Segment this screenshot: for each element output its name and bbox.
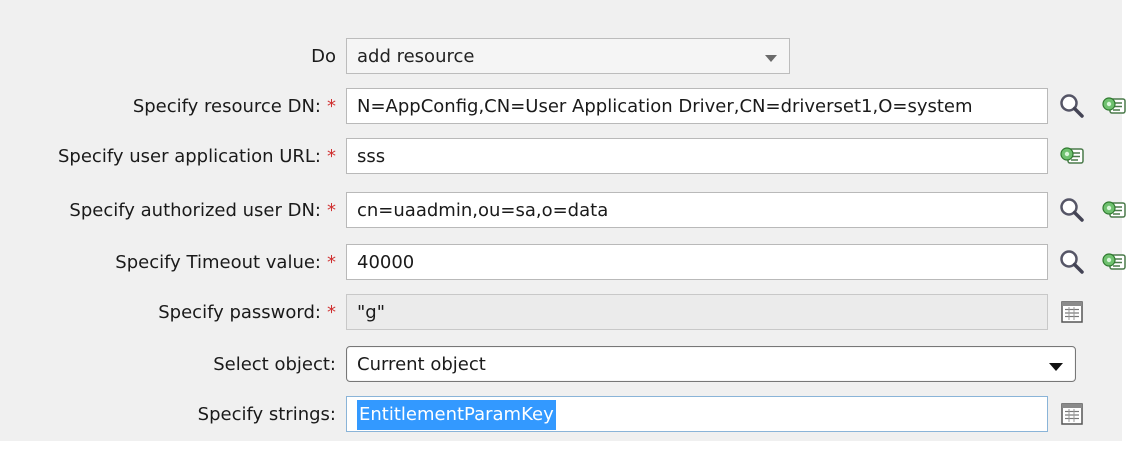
argument-builder-icon[interactable]	[1100, 92, 1128, 120]
select-object-value: Current object	[357, 354, 486, 375]
strings-value: EntitlementParamKey	[357, 400, 556, 430]
required-marker: *	[327, 146, 336, 167]
required-marker: *	[327, 302, 336, 323]
strings-row: Specify strings: EntitlementParamKey	[0, 396, 1136, 434]
search-icon[interactable]	[1058, 248, 1086, 276]
chevron-down-icon	[765, 39, 779, 73]
edit-list-icon[interactable]	[1058, 400, 1086, 428]
password-label: Specify password:	[158, 302, 321, 323]
timeout-input[interactable]: 40000	[346, 244, 1048, 280]
resource-dn-value: N=AppConfig,CN=User Application Driver,C…	[357, 96, 973, 117]
required-marker: *	[327, 252, 336, 273]
select-object-label: Select object:	[213, 354, 336, 375]
strings-input[interactable]: EntitlementParamKey	[346, 396, 1048, 432]
search-icon[interactable]	[1058, 92, 1086, 120]
search-icon[interactable]	[1058, 196, 1086, 224]
select-object-row: Select object: Current object	[0, 346, 1136, 384]
edit-list-icon[interactable]	[1058, 298, 1086, 326]
do-row: Do add resource	[0, 38, 1136, 76]
do-select[interactable]: add resource	[346, 38, 790, 74]
authorized-user-dn-value: cn=uaadmin,ou=sa,o=data	[357, 200, 609, 221]
password-input[interactable]: "g"	[346, 294, 1048, 330]
do-value: add resource	[357, 46, 475, 67]
argument-builder-icon[interactable]	[1100, 248, 1128, 276]
required-marker: *	[327, 200, 336, 221]
timeout-row: Specify Timeout value: * 40000	[0, 244, 1136, 282]
authorized-user-dn-label: Specify authorized user DN:	[69, 200, 321, 221]
authorized-user-dn-input[interactable]: cn=uaadmin,ou=sa,o=data	[346, 192, 1048, 228]
password-row: Specify password: * "g"	[0, 294, 1136, 332]
strings-label: Specify strings:	[197, 404, 336, 425]
password-value: "g"	[357, 302, 385, 323]
authorized-user-dn-row: Specify authorized user DN: * cn=uaadmin,…	[0, 192, 1136, 230]
do-label: Do	[311, 46, 336, 67]
chevron-down-icon	[1049, 347, 1063, 381]
user-app-url-row: Specify user application URL: * sss	[0, 138, 1136, 176]
resource-dn-input[interactable]: N=AppConfig,CN=User Application Driver,C…	[346, 88, 1048, 124]
rule-action-form: Do add resource Specify resource DN: * N=…	[0, 0, 1126, 441]
user-app-url-input[interactable]: sss	[346, 138, 1048, 174]
timeout-value: 40000	[357, 252, 415, 273]
timeout-label: Specify Timeout value:	[115, 252, 321, 273]
argument-builder-icon[interactable]	[1058, 142, 1086, 170]
resource-dn-label: Specify resource DN:	[132, 96, 321, 117]
select-object-dropdown[interactable]: Current object	[346, 346, 1076, 382]
required-marker: *	[327, 96, 336, 117]
user-app-url-label: Specify user application URL:	[58, 146, 321, 167]
user-app-url-value: sss	[357, 146, 386, 167]
resource-dn-row: Specify resource DN: * N=AppConfig,CN=Use…	[0, 88, 1136, 126]
argument-builder-icon[interactable]	[1100, 196, 1128, 224]
